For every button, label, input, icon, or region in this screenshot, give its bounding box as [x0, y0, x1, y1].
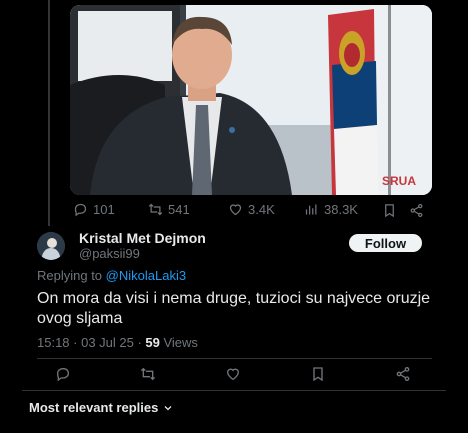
repost-icon [140, 367, 156, 381]
bookmark-icon [313, 367, 323, 382]
reply-action[interactable]: 101 [73, 202, 115, 217]
bookmark-button[interactable] [382, 203, 398, 219]
replies-sort-dropdown[interactable]: Most relevant replies [29, 400, 174, 415]
replying-prefix: Replying to [37, 268, 106, 283]
like-button[interactable] [225, 366, 241, 382]
views-count: 38.3K [324, 202, 358, 217]
tweet-views-label: Views [159, 335, 198, 350]
reply-icon [56, 368, 70, 382]
heart-icon [226, 368, 240, 381]
like-action[interactable]: 3.4K [228, 202, 275, 217]
reply-count: 101 [93, 202, 115, 217]
share-button-reply[interactable] [395, 366, 411, 382]
replying-to: Replying to @NikolaLaki3 [37, 268, 186, 283]
repost-icon [148, 203, 163, 216]
tweet-text: On mora da visi i nema druge, tuzioci su… [37, 290, 431, 327]
tweet-timestamp[interactable]: 15:18 · 03 Jul 25 · [37, 335, 145, 350]
reply-button[interactable] [55, 366, 71, 382]
repost-action[interactable]: 541 [148, 202, 190, 217]
repost-count: 541 [168, 202, 190, 217]
bookmark-button-reply[interactable] [310, 366, 326, 382]
share-icon [410, 203, 423, 218]
author-handle[interactable]: @paksii99 [79, 246, 140, 261]
replying-to-link[interactable]: @NikolaLaki3 [106, 268, 186, 283]
reply-icon [74, 203, 87, 217]
heart-icon [229, 204, 242, 216]
share-icon [396, 367, 410, 381]
avatar[interactable] [37, 232, 65, 260]
author-name[interactable]: Kristal Met Dejmon [79, 230, 206, 246]
avatar-image [37, 232, 65, 260]
chevron-down-icon [164, 405, 172, 410]
replies-sort-label: Most relevant replies [29, 400, 159, 415]
svg-text:SRUA: SRUA [382, 174, 416, 188]
views-action[interactable]: 38.3K [304, 202, 358, 217]
divider [37, 358, 432, 359]
like-count: 3.4K [248, 202, 275, 217]
divider [22, 390, 446, 391]
bookmark-icon [385, 204, 394, 218]
photo-illustration: SRUA [70, 5, 432, 195]
tweet-photo[interactable]: SRUA [70, 5, 432, 195]
repost-button[interactable] [140, 366, 156, 382]
tweet-views-count: 59 [145, 335, 160, 350]
share-button[interactable] [409, 203, 425, 219]
thread-line [48, 0, 50, 226]
tweet-meta: 15:18 · 03 Jul 25 · 59 Views [37, 335, 198, 350]
views-icon [305, 204, 317, 215]
follow-button[interactable]: Follow [349, 234, 422, 252]
